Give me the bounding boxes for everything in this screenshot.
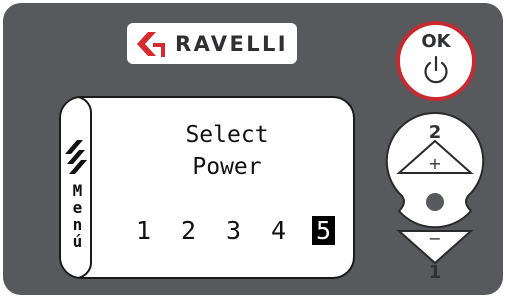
power-level-3: 3 [225, 216, 242, 245]
power-level-option[interactable]: 1 [121, 216, 166, 246]
power-level-5: 5 [311, 216, 336, 245]
down-number-label: 1 [429, 262, 442, 283]
menu-label: M e n ú [61, 182, 94, 250]
level-rocker: 2 + − 1 [385, 111, 485, 283]
plus-icon: + [428, 154, 441, 173]
brand-name: RAVELLI [175, 31, 288, 56]
minus-icon: − [428, 229, 441, 248]
power-icon [424, 55, 448, 84]
power-level-1: 1 [135, 216, 152, 245]
menu-letter: M [72, 181, 83, 200]
up-number-label: 2 [429, 122, 442, 143]
brand-logo: RAVELLI [127, 23, 297, 64]
decrease-button[interactable]: − 1 [396, 229, 474, 283]
ok-label: OK [421, 31, 451, 52]
ok-power-button[interactable]: OK [396, 21, 476, 101]
screen-title-line1: Select [185, 122, 269, 148]
menu-letter: e [72, 198, 83, 217]
power-level-2: 2 [180, 216, 197, 245]
menu-letter: ú [72, 232, 83, 251]
lcd-display: M e n ú Select Power 1 2 3 4 5 [59, 96, 355, 279]
menu-letter: n [72, 215, 83, 234]
ravelli-logo-icon [137, 31, 165, 57]
control-panel: RAVELLI M e n ú Select Power 1 2 3 4 5 O… [3, 3, 503, 295]
screen-title-line2: Power [192, 154, 262, 180]
power-level-option[interactable]: 4 [256, 216, 301, 246]
power-level-option[interactable]: 3 [211, 216, 256, 246]
power-level-option-selected[interactable]: 5 [301, 216, 346, 246]
power-level-4: 4 [270, 216, 287, 245]
power-level-list: 1 2 3 4 5 [121, 216, 346, 246]
divider-dot [426, 193, 444, 211]
power-level-option[interactable]: 2 [166, 216, 211, 246]
